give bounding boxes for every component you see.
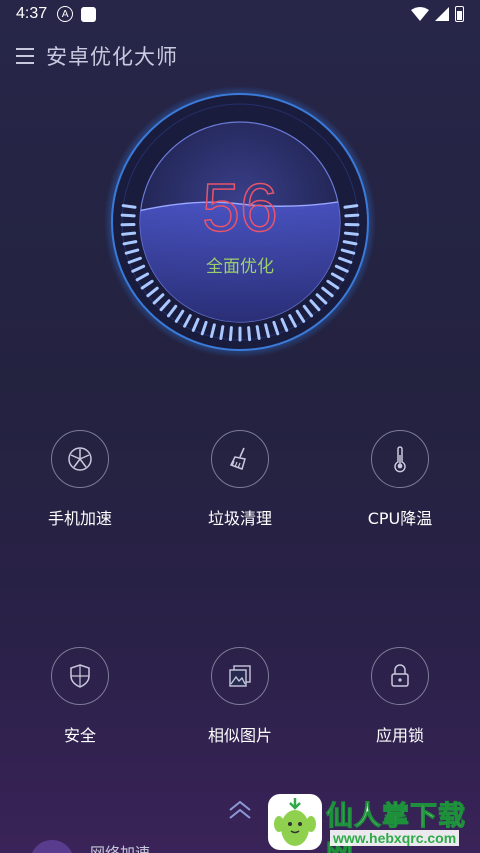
gauge-tick (219, 325, 225, 340)
network-boost-icon (30, 840, 74, 853)
watermark-url: www.hebxqrc.com (330, 830, 460, 846)
tool-label: CPU降温 (367, 509, 433, 528)
tool-circle (211, 430, 269, 488)
signal-icon (435, 7, 449, 21)
gauge-tick (228, 326, 233, 342)
status-bar: 4:37 A (0, 0, 480, 28)
tool-circle (371, 647, 429, 705)
tool-label: 应用锁 (375, 726, 424, 745)
lock-icon (391, 664, 409, 687)
gauge-tick (255, 325, 261, 340)
tool-circle (371, 430, 429, 488)
gauge-tick (247, 326, 252, 342)
tool-similar-photos[interactable]: 相似图片 (170, 647, 310, 746)
double-chevron-up-icon[interactable] (226, 798, 254, 822)
optimization-score: 56 (201, 170, 278, 246)
tool-label: 相似图片 (207, 726, 272, 745)
broom-icon (229, 447, 246, 470)
tool-label: 手机加速 (47, 509, 112, 528)
battery-icon (455, 6, 464, 22)
tool-phone-boost[interactable]: 手机加速 (10, 430, 150, 529)
photos-icon (229, 665, 251, 687)
tool-label: 垃圾清理 (207, 509, 272, 528)
tool-junk-clean[interactable]: 垃圾清理 (170, 430, 310, 529)
full-optimize-button[interactable]: 全面优化 (104, 252, 376, 277)
tool-circle (51, 430, 109, 488)
optimize-gauge[interactable]: 56 全面优化 (104, 86, 376, 358)
thermometer-icon (394, 446, 406, 473)
tool-circle (211, 647, 269, 705)
watermark: 仙人掌下载网 www.hebxqrc.com (268, 792, 480, 853)
tool-cpu-cool[interactable]: CPU降温 (330, 430, 470, 529)
tool-label: 安全 (63, 726, 96, 745)
menu-icon[interactable] (16, 47, 34, 65)
square-notification-icon (81, 6, 97, 22)
shield-icon (70, 664, 90, 688)
fan-icon (68, 447, 92, 471)
tool-app-lock[interactable]: 应用锁 (330, 647, 470, 746)
wifi-icon (411, 7, 429, 21)
network-boost-label[interactable]: 网络加速 (90, 842, 150, 853)
app-bar: 安卓优化大师 (0, 36, 480, 76)
tool-security[interactable]: 安全 (10, 647, 150, 746)
app-title: 安卓优化大师 (46, 45, 178, 69)
tool-circle (51, 647, 109, 705)
a-circle-icon: A (57, 6, 74, 22)
status-time: 4:37 (16, 5, 48, 22)
cactus-logo-icon (268, 794, 322, 850)
